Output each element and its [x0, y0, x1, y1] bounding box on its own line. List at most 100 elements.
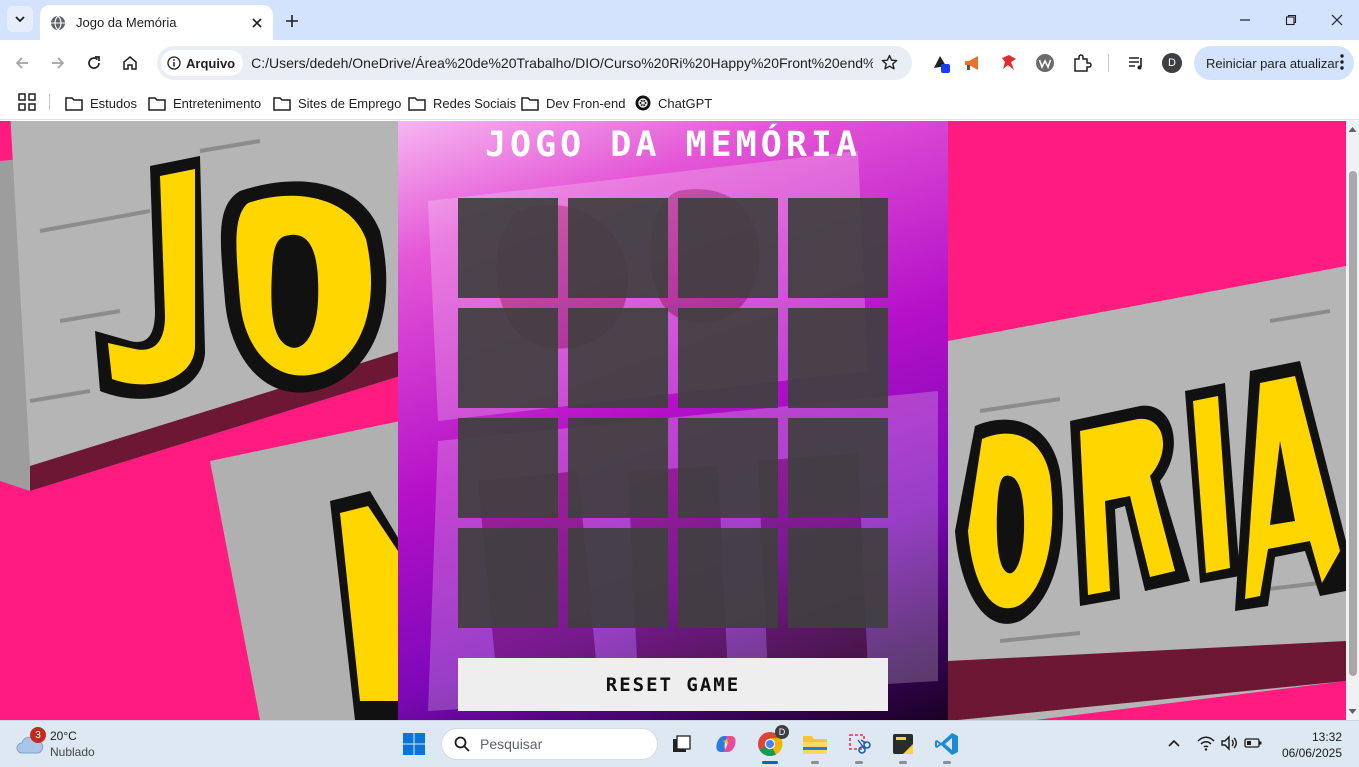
maximize-button[interactable] [1271, 6, 1311, 34]
media-control-icon[interactable] [1125, 52, 1147, 74]
url-text[interactable]: C:/Users/dedeh/OneDrive/Área%20de%20Trab… [251, 55, 873, 71]
arrow-left-icon [15, 57, 28, 69]
tab-search-button[interactable] [7, 6, 33, 32]
site-info-label: Arquivo [186, 55, 236, 71]
windows-logo-icon [403, 733, 425, 755]
plus-icon [286, 15, 298, 27]
scroll-down-icon[interactable] [1348, 707, 1357, 716]
copilot-button[interactable] [711, 729, 741, 759]
snipping-tool-button[interactable] [844, 729, 874, 764]
address-bar[interactable]: Arquivo C:/Users/dedeh/OneDrive/Área%20d… [157, 46, 912, 80]
update-button-label: Reiniciar para atualizar [1206, 55, 1339, 71]
megaphone-icon[interactable] [962, 52, 984, 74]
bookmark-entretenimento[interactable]: Entretenimento [148, 91, 261, 115]
weather-widget[interactable]: 3 20°C Nublado [16, 727, 126, 763]
home-icon [123, 56, 137, 70]
memory-card-13[interactable] [458, 528, 558, 628]
start-button[interactable] [399, 729, 429, 759]
running-indicator [811, 761, 819, 764]
memory-card-2[interactable] [568, 198, 668, 298]
chevron-down-icon [15, 16, 25, 23]
memory-card-8[interactable] [788, 308, 888, 408]
memory-card-12[interactable] [788, 418, 888, 518]
snipping-tool-icon [849, 734, 871, 754]
chatgpt-icon [635, 95, 651, 111]
minimize-button[interactable] [1225, 6, 1265, 34]
minimize-icon [1240, 19, 1250, 21]
page-title: JOGO DA MEMÓRIA [484, 125, 862, 165]
reload-icon [88, 56, 100, 69]
memory-card-1[interactable] [458, 198, 558, 298]
memory-card-16[interactable] [788, 528, 888, 628]
wifi-icon[interactable] [1196, 733, 1216, 753]
memory-card-9[interactable] [458, 418, 558, 518]
copilot-icon [716, 736, 736, 752]
back-button[interactable] [8, 49, 36, 77]
bookmark-chatgpt[interactable]: ChatGPT [635, 91, 712, 115]
reload-button[interactable] [80, 49, 108, 77]
bookmark-estudos[interactable]: Estudos [65, 91, 137, 115]
page-scrollbar[interactable] [1346, 121, 1359, 720]
memory-card-11[interactable] [678, 418, 778, 518]
extensions-puzzle-icon[interactable] [1071, 52, 1093, 74]
scrollbar-thumb[interactable] [1349, 171, 1357, 676]
volume-icon[interactable] [1219, 733, 1239, 753]
home-button[interactable] [116, 49, 144, 77]
memory-card-15[interactable] [678, 528, 778, 628]
taskbar-search[interactable]: Pesquisar [441, 728, 658, 760]
bookmark-sites-de-emprego[interactable]: Sites de Emprego [273, 91, 401, 115]
reset-game-button[interactable]: RESET GAME [458, 658, 888, 711]
site-info-chip[interactable]: Arquivo [161, 50, 244, 76]
running-indicator [943, 761, 951, 764]
chrome-taskbar-button[interactable]: D [755, 725, 789, 764]
scroll-up-icon[interactable] [1348, 125, 1357, 134]
close-window-button[interactable] [1317, 6, 1357, 34]
browser-toolbar: Arquivo C:/Users/dedeh/OneDrive/Área%20d… [0, 40, 1359, 86]
bookmark-label: Estudos [90, 95, 137, 111]
profile-avatar[interactable]: D [1162, 53, 1182, 73]
bookmark-star-icon[interactable] [881, 54, 898, 74]
extension-3-icon[interactable] [998, 52, 1020, 74]
folder-icon [803, 736, 827, 754]
vscode-button[interactable] [932, 729, 962, 764]
memory-card-5[interactable] [458, 308, 558, 408]
bookmark-dev-fron-end[interactable]: Dev Fron-end [521, 91, 625, 115]
tray-overflow-icon[interactable] [1164, 733, 1184, 753]
memory-card-4[interactable] [788, 198, 888, 298]
clock-date: 06/06/2025 [1281, 746, 1342, 760]
vscode-icon [935, 733, 958, 755]
browser-tab[interactable]: Jogo da Memória [40, 5, 273, 40]
info-icon [167, 56, 181, 70]
system-clock[interactable]: 13:32 06/06/2025 [1270, 729, 1342, 761]
running-indicator [762, 761, 778, 764]
extension-w-icon[interactable] [1034, 52, 1056, 74]
memory-card-10[interactable] [568, 418, 668, 518]
memory-card-7[interactable] [678, 308, 778, 408]
bookmarks-separator [49, 94, 50, 110]
update-button[interactable]: Reiniciar para atualizar [1194, 46, 1354, 80]
bookmark-label: Entretenimento [173, 95, 262, 111]
sticky-notes-button[interactable] [888, 729, 918, 764]
tab-strip: Jogo da Memória [0, 0, 1359, 40]
memory-card-3[interactable] [678, 198, 778, 298]
file-explorer-button[interactable] [800, 729, 830, 764]
apps-grid-icon[interactable] [18, 93, 36, 111]
search-icon [454, 736, 470, 752]
battery-icon[interactable] [1243, 733, 1263, 753]
weather-temp: 20°C [50, 729, 77, 743]
new-tab-button[interactable] [280, 9, 304, 33]
tab-close-icon[interactable] [247, 13, 267, 33]
weather-condition: Nublado [50, 745, 95, 759]
memory-card-6[interactable] [568, 308, 668, 408]
bookmark-redes-sociais[interactable]: Redes Sociais [408, 91, 516, 115]
extension-1-icon[interactable] [930, 52, 952, 74]
forward-button[interactable] [44, 49, 72, 77]
bookmark-label: Dev Fron-end [546, 95, 626, 111]
sticky-notes-icon [893, 734, 913, 754]
memory-card-14[interactable] [568, 528, 668, 628]
weather-badge: 3 [30, 727, 46, 743]
task-view-button[interactable] [667, 729, 697, 759]
page-viewport: JOGO DA MEMÓRIA RESET GAME [0, 121, 1346, 720]
tab-title: Jogo da Memória [76, 15, 177, 30]
more-menu-icon[interactable] [1340, 54, 1344, 73]
